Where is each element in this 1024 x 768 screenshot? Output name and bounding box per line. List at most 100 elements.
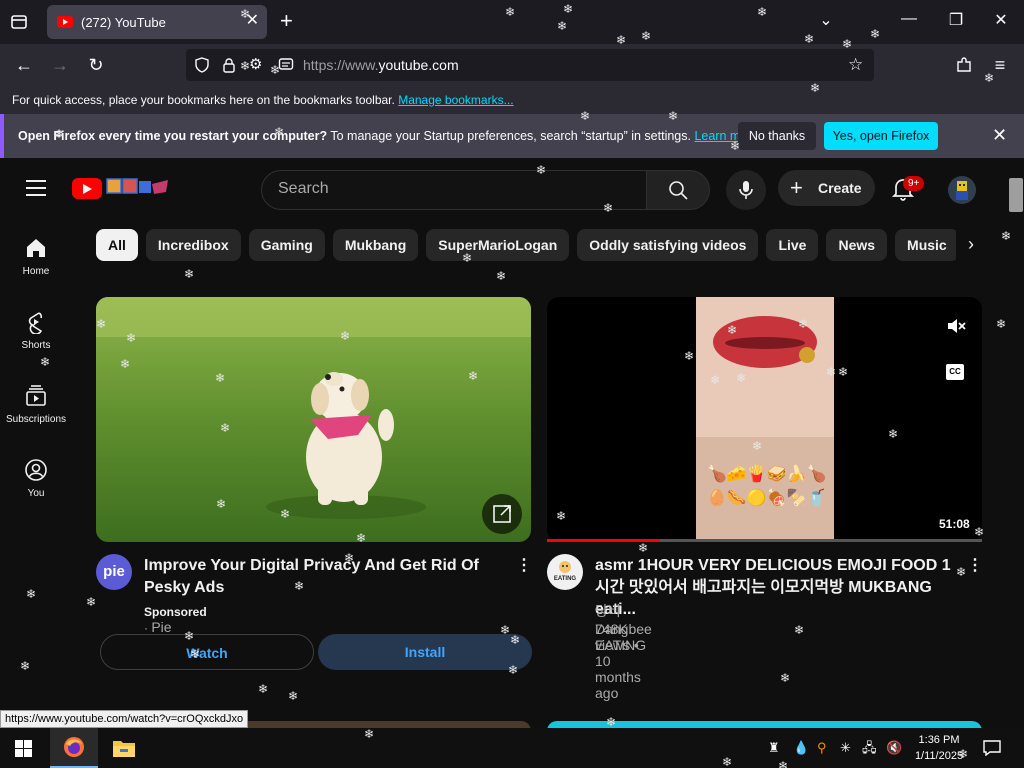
ad-title[interactable]: Improve Your Digital Privacy And Get Rid… — [144, 555, 514, 599]
home-icon — [27, 239, 45, 257]
forward-icon[interactable]: → — [48, 54, 72, 76]
video-preview-player[interactable]: 🍗🧀🍟🥪🍌🍗 🥚🌭🟡🍖🍢🥤 CC 51:08 — [547, 297, 982, 542]
video-duration: 51:08 — [939, 517, 970, 531]
search-input[interactable] — [278, 180, 618, 198]
guide-shorts[interactable]: Shorts — [0, 310, 72, 351]
tab-youtube[interactable]: (272) YouTube ✕ — [47, 5, 267, 39]
guide-shorts-label: Shorts — [21, 340, 51, 351]
reader-view-icon[interactable] — [278, 57, 294, 73]
close-window-button[interactable]: ✕ — [989, 10, 1013, 30]
guide-subscriptions-label: Subscriptions — [5, 414, 67, 425]
video-more-actions-icon[interactable]: ⋮ — [967, 555, 983, 575]
url-domain: youtube.com — [378, 57, 459, 73]
clock-time: 1:36 PM — [918, 734, 960, 746]
back-icon[interactable]: ← — [12, 54, 36, 76]
dangbee-mascot-icon — [559, 561, 571, 573]
chips-next-chevron-icon[interactable]: › — [968, 234, 974, 255]
reload-icon[interactable]: ↻ — [84, 54, 108, 76]
ad-more-actions-icon[interactable]: ⋮ — [516, 555, 532, 575]
guide-subscriptions[interactable]: Subscriptions — [0, 384, 72, 425]
chip-gaming[interactable]: Gaming — [248, 229, 325, 261]
account-avatar[interactable] — [948, 176, 976, 204]
url-protocol: https://www. — [303, 57, 379, 73]
page-scrollbar[interactable] — [1006, 158, 1024, 728]
closed-captions-icon[interactable]: CC — [946, 364, 964, 380]
pie-channel-avatar[interactable]: pie — [96, 554, 132, 590]
minimize-button[interactable]: — — [897, 10, 921, 28]
filter-chips-bar: All Incredibox Gaming Mukbang SuperMarioLoga… — [96, 229, 956, 261]
chip-incredibox[interactable]: Incredibox — [145, 229, 241, 261]
new-tab-button[interactable]: + — [280, 9, 293, 33]
chip-music[interactable]: Music — [895, 229, 956, 261]
taskbar-clock[interactable]: 1:36 PM 1/11/2025 — [904, 732, 974, 764]
clock-date: 1/11/2025 — [914, 750, 964, 762]
chip-live[interactable]: Live — [766, 229, 819, 261]
notification-close-icon[interactable]: ✕ — [992, 126, 1007, 144]
guide-you[interactable]: You — [0, 458, 72, 499]
shorts-icon — [28, 312, 43, 334]
file-explorer-icon[interactable] — [112, 738, 136, 758]
volume-muted-icon[interactable]: 🔇 — [886, 740, 902, 756]
search-box — [261, 170, 647, 210]
advertiser-name[interactable]: Pie — [151, 619, 171, 635]
ad-install-button[interactable]: Install — [318, 634, 532, 670]
open-external-icon[interactable] — [482, 494, 522, 534]
extensions-icon[interactable] — [955, 56, 973, 74]
url-text[interactable]: https://www.youtube.com — [303, 57, 459, 73]
tray-app-icon[interactable]: ♜ — [768, 740, 780, 756]
pie-logo-text: pie — [103, 563, 125, 580]
search-button[interactable] — [646, 170, 710, 210]
tab-close-icon[interactable]: ✕ — [246, 13, 259, 29]
video-progress-track[interactable] — [547, 539, 982, 542]
windows-start-icon[interactable] — [15, 740, 32, 757]
chip-supermariologan[interactable]: SuperMarioLogan — [426, 229, 570, 261]
create-label: Create — [818, 180, 862, 196]
plus-icon: + — [790, 175, 803, 200]
browser-tabstrip: (272) YouTube ✕ + ⌄ — ❐ ✕ — [0, 0, 1024, 44]
tray-droplet-icon[interactable]: 💧 — [793, 740, 809, 756]
youtube-logo-icon[interactable] — [72, 178, 102, 199]
app-menu-icon[interactable]: ≡ — [988, 54, 1012, 76]
tab-title: (272) YouTube — [81, 14, 166, 30]
url-bar[interactable]: ⚙ https://www.youtube.com ☆ — [186, 49, 874, 81]
ad-watch-button[interactable]: Watch — [100, 634, 314, 670]
yes-open-firefox-button[interactable]: Yes, open Firefox — [824, 122, 938, 150]
network-icon[interactable]: 🖧 — [862, 740, 877, 756]
voice-search-button[interactable] — [726, 170, 766, 210]
ad-thumbnail[interactable] — [96, 297, 531, 542]
guide-menu-icon[interactable] — [26, 180, 46, 196]
permissions-icon[interactable]: ⚙ — [249, 55, 262, 75]
dangbee-channel-avatar[interactable]: EATING — [547, 554, 583, 590]
microphone-icon — [739, 181, 753, 199]
chip-all[interactable]: All — [96, 229, 138, 261]
tab-list-icon — [11, 15, 27, 29]
tracking-shield-icon[interactable] — [194, 57, 210, 73]
tray-snowflake-icon[interactable]: ✳ — [840, 740, 851, 756]
notification-body: To manage your Startup preferences, sear… — [330, 129, 691, 143]
guide-home[interactable]: Home — [0, 236, 72, 277]
sponsored-label: Sponsored — [144, 605, 207, 619]
youtube-doodle-icon[interactable] — [106, 176, 170, 198]
tab-list-button[interactable] — [8, 11, 30, 33]
bookmark-star-icon[interactable]: ☆ — [848, 55, 863, 75]
taskbar-firefox[interactable] — [50, 728, 98, 768]
scrollbar-thumb[interactable] — [1009, 178, 1023, 212]
chip-oddly-satisfying[interactable]: Oddly satisfying videos — [577, 229, 759, 261]
chip-news[interactable]: News — [826, 229, 888, 261]
tab-overflow-chevron-icon[interactable]: ⌄ — [814, 10, 838, 30]
next-row-thumbnail-right[interactable] — [547, 721, 982, 728]
restore-button[interactable]: ❐ — [944, 10, 968, 30]
windows-taskbar: ♜ 💧 ⚲ ✳ 🖧 🔇 1:36 PM 1/11/2025 — [0, 728, 1024, 768]
manage-bookmarks-link[interactable]: Manage bookmarks... — [398, 93, 513, 107]
notification-heading: Open Firefox every time you restart your… — [18, 129, 328, 143]
muted-speaker-icon[interactable] — [945, 315, 967, 337]
no-thanks-button[interactable]: No thanks — [738, 122, 816, 150]
bookmarks-toolbar: For quick access, place your bookmarks h… — [0, 86, 1024, 114]
chip-mukbang[interactable]: Mukbang — [332, 229, 419, 261]
tray-search-app-icon[interactable]: ⚲ — [817, 740, 827, 756]
notification-message: Open Firefox every time you restart your… — [18, 129, 758, 143]
guide-you-label: You — [27, 488, 45, 499]
create-button[interactable]: + Create — [778, 170, 875, 206]
lock-icon[interactable] — [222, 57, 236, 73]
action-center-icon[interactable] — [983, 740, 1001, 756]
